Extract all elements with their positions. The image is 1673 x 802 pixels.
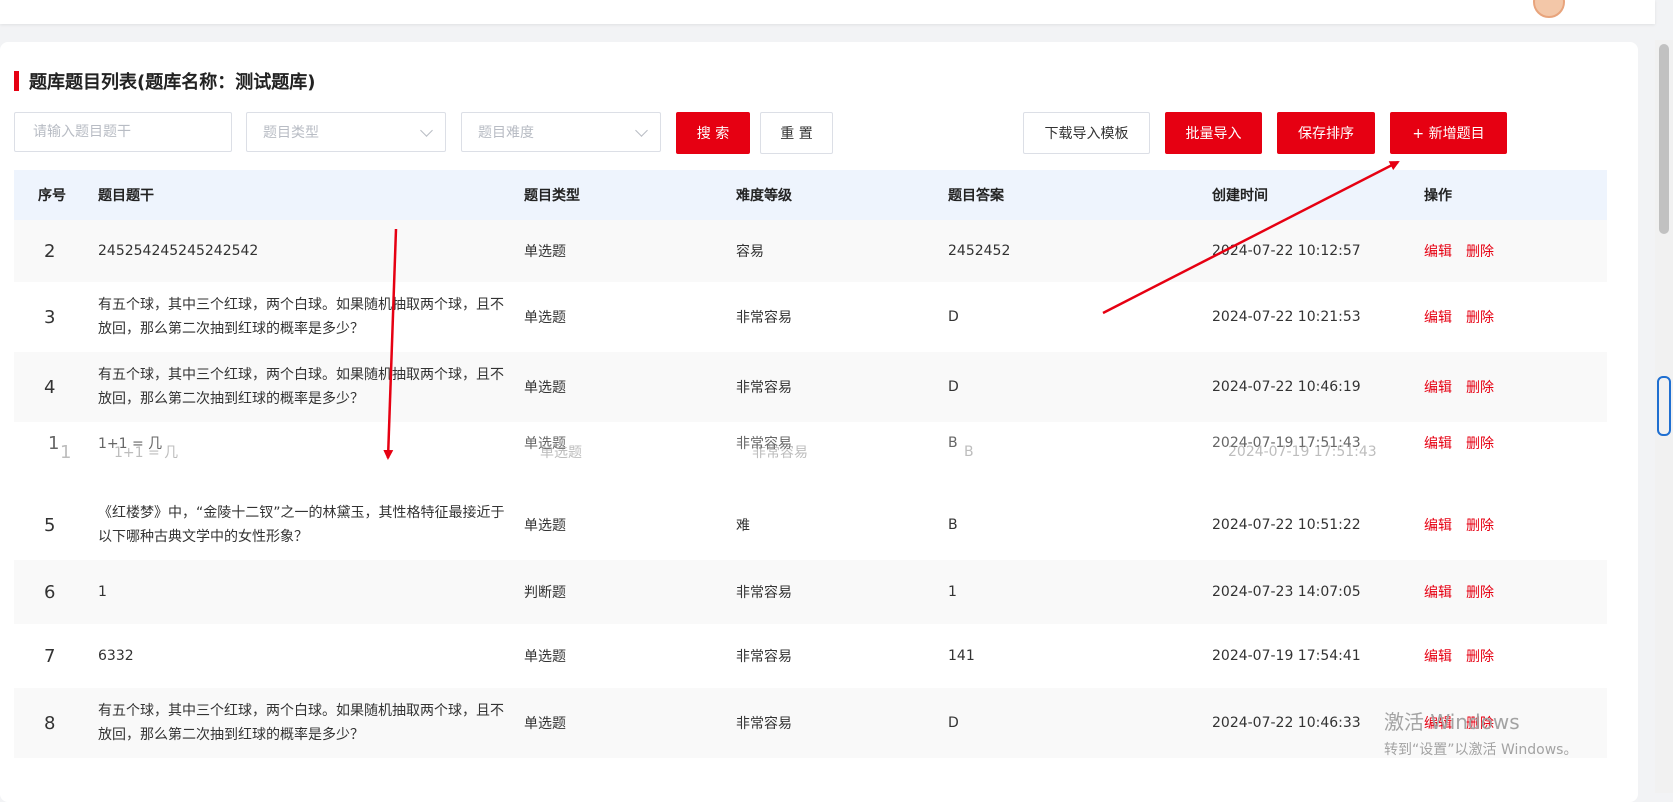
row-created: 2024-07-22 10:12:57 [1212,243,1361,259]
search-button[interactable]: 搜 索 [676,112,750,154]
edit-button[interactable]: 编辑 [1424,582,1452,602]
stem-search-input[interactable] [14,112,232,152]
row-actions: 编辑 删除 [1424,282,1494,352]
chevron-down-icon [420,124,433,137]
user-avatar[interactable] [1533,0,1565,18]
ghost-created: 2024-07-19 17:51:43 [1228,444,1377,460]
row-created: 2024-07-19 17:54:41 [1212,648,1361,664]
delete-button[interactable]: 删除 [1466,515,1494,535]
table-row[interactable]: 7 6332 单选题 非常容易 141 2024-07-19 17:54:41 … [14,624,1607,688]
edit-button[interactable]: 编辑 [1424,241,1452,261]
row-index: 6 [44,581,56,603]
row-index: 2 [44,240,56,262]
row-difficulty: 容易 [736,244,764,260]
ghost-index: 1 [60,441,72,463]
row-stem: 6332 [98,648,134,664]
row-stem: 245254245245242542 [98,243,259,259]
delete-button[interactable]: 删除 [1466,307,1494,327]
row-index: 7 [44,645,56,667]
row-created: 2024-07-22 10:21:53 [1212,309,1361,325]
save-order-button[interactable]: 保存排序 [1277,112,1375,154]
row-difficulty: 难 [736,518,750,534]
row-stem: 有五个球，其中三个红球，两个白球。如果随机抽取两个球，且不放回，那么第二次抽到红… [98,297,504,337]
edit-button[interactable]: 编辑 [1424,646,1452,666]
row-type: 单选题 [524,518,566,534]
add-question-button[interactable]: + 新增题目 [1390,112,1507,154]
ghost-difficulty: 非常容易 [752,445,808,461]
row-type: 判断题 [524,585,566,601]
delete-button[interactable]: 删除 [1466,582,1494,602]
batch-import-button[interactable]: 批量导入 [1165,112,1262,154]
delete-button[interactable]: 删除 [1466,241,1494,261]
row-stem: 有五个球，其中三个红球，两个白球。如果随机抽取两个球，且不放回，那么第二次抽到红… [98,703,504,743]
row-answer: D [948,715,959,731]
reset-button[interactable]: 重 置 [760,112,833,154]
table-row[interactable]: 6 1 判断题 非常容易 1 2024-07-23 14:07:05 编辑 删除 [14,560,1607,624]
row-difficulty: 非常容易 [736,310,792,326]
row-index: 5 [44,514,56,536]
row-difficulty: 非常容易 [736,649,792,665]
row-actions: 编辑 删除 [1424,490,1494,560]
row-type: 单选题 [524,310,566,326]
row-actions: 编辑 删除 [1424,220,1494,282]
row-difficulty: 非常容易 [736,585,792,601]
table-row[interactable]: 3 有五个球，其中三个红球，两个白球。如果随机抽取两个球，且不放回，那么第二次抽… [14,282,1607,352]
row-answer: 2452452 [948,243,1011,259]
header-index: 序号 [38,188,66,204]
row-stem: 1 [98,584,107,600]
row-actions: 编辑 删除 [1424,560,1494,624]
row-answer: 141 [948,648,975,664]
header-answer: 题目答案 [948,188,1004,204]
row-type: 单选题 [524,649,566,665]
row-created: 2024-07-22 10:51:22 [1212,517,1361,533]
table-row[interactable]: 5 《红楼梦》中，“金陵十二钗”之一的林黛玉，其性格特征最接近于以下哪种古典文学… [14,490,1607,560]
difficulty-select[interactable]: 题目难度 [461,112,661,152]
type-select[interactable]: 题目类型 [246,112,446,152]
table-row[interactable]: 8 有五个球，其中三个红球，两个白球。如果随机抽取两个球，且不放回，那么第二次抽… [14,688,1607,758]
chevron-down-icon [635,124,648,137]
header-actions: 操作 [1424,188,1452,204]
watermark-line-2: 转到“设置”以激活 Windows。 [1384,742,1578,758]
row-answer: 1 [948,584,957,600]
difficulty-select-placeholder: 题目难度 [478,125,534,141]
ghost-answer: B [964,444,974,460]
download-template-button[interactable]: 下载导入模板 [1023,112,1150,154]
row-difficulty: 非常容易 [736,716,792,732]
delete-button[interactable]: 删除 [1466,646,1494,666]
row-type: 单选题 [524,244,566,260]
row-actions: 编辑 删除 [1424,624,1494,688]
header-type: 题目类型 [524,188,580,204]
row-index: 3 [44,306,56,328]
row-index: 8 [44,712,56,734]
header-created: 创建时间 [1212,188,1268,204]
page-title-text: 题库题目列表(题库名称：测试题库) [29,72,316,93]
row-stem: 《红楼梦》中，“金陵十二钗”之一的林黛玉，其性格特征最接近于以下哪种古典文学中的… [98,505,505,545]
row-created: 2024-07-23 14:07:05 [1212,584,1361,600]
row-answer: B [948,517,958,533]
ghost-stem: 1+1 = 几 [114,445,179,461]
row-type: 单选题 [524,716,566,732]
ghost-type: 单选题 [540,445,582,461]
edit-button[interactable]: 编辑 [1424,307,1452,327]
scroll-handle-icon[interactable] [1657,376,1671,436]
row-created: 2024-07-22 10:46:33 [1212,715,1361,731]
drag-ghost-row: 1 1+1 = 几 单选题 非常容易 B 2024-07-19 17:51:43 [30,421,1623,483]
watermark-line-1: 激活 Windows [1384,710,1520,734]
table-row[interactable]: 2 245254245245242542 单选题 容易 2452452 2024… [14,220,1607,282]
scrollbar-thumb[interactable] [1659,44,1669,234]
stem-search-field[interactable] [31,123,231,141]
row-answer: D [948,309,959,325]
type-select-placeholder: 题目类型 [263,125,319,141]
edit-button[interactable]: 编辑 [1424,515,1452,535]
delete-button[interactable]: 删除 [1466,377,1494,397]
windows-activation-watermark: 激活 Windows 转到“设置”以激活 Windows。 [1384,706,1577,759]
top-bar [0,0,1655,24]
header-difficulty: 难度等级 [736,188,792,204]
header-stem: 题目题干 [98,188,154,204]
title-accent-bar [14,71,19,91]
edit-button[interactable]: 编辑 [1424,377,1452,397]
table-header: 序号 题目题干 题目类型 难度等级 题目答案 创建时间 操作 [14,170,1607,220]
page-title: 题库题目列表(题库名称：测试题库) [14,70,316,93]
